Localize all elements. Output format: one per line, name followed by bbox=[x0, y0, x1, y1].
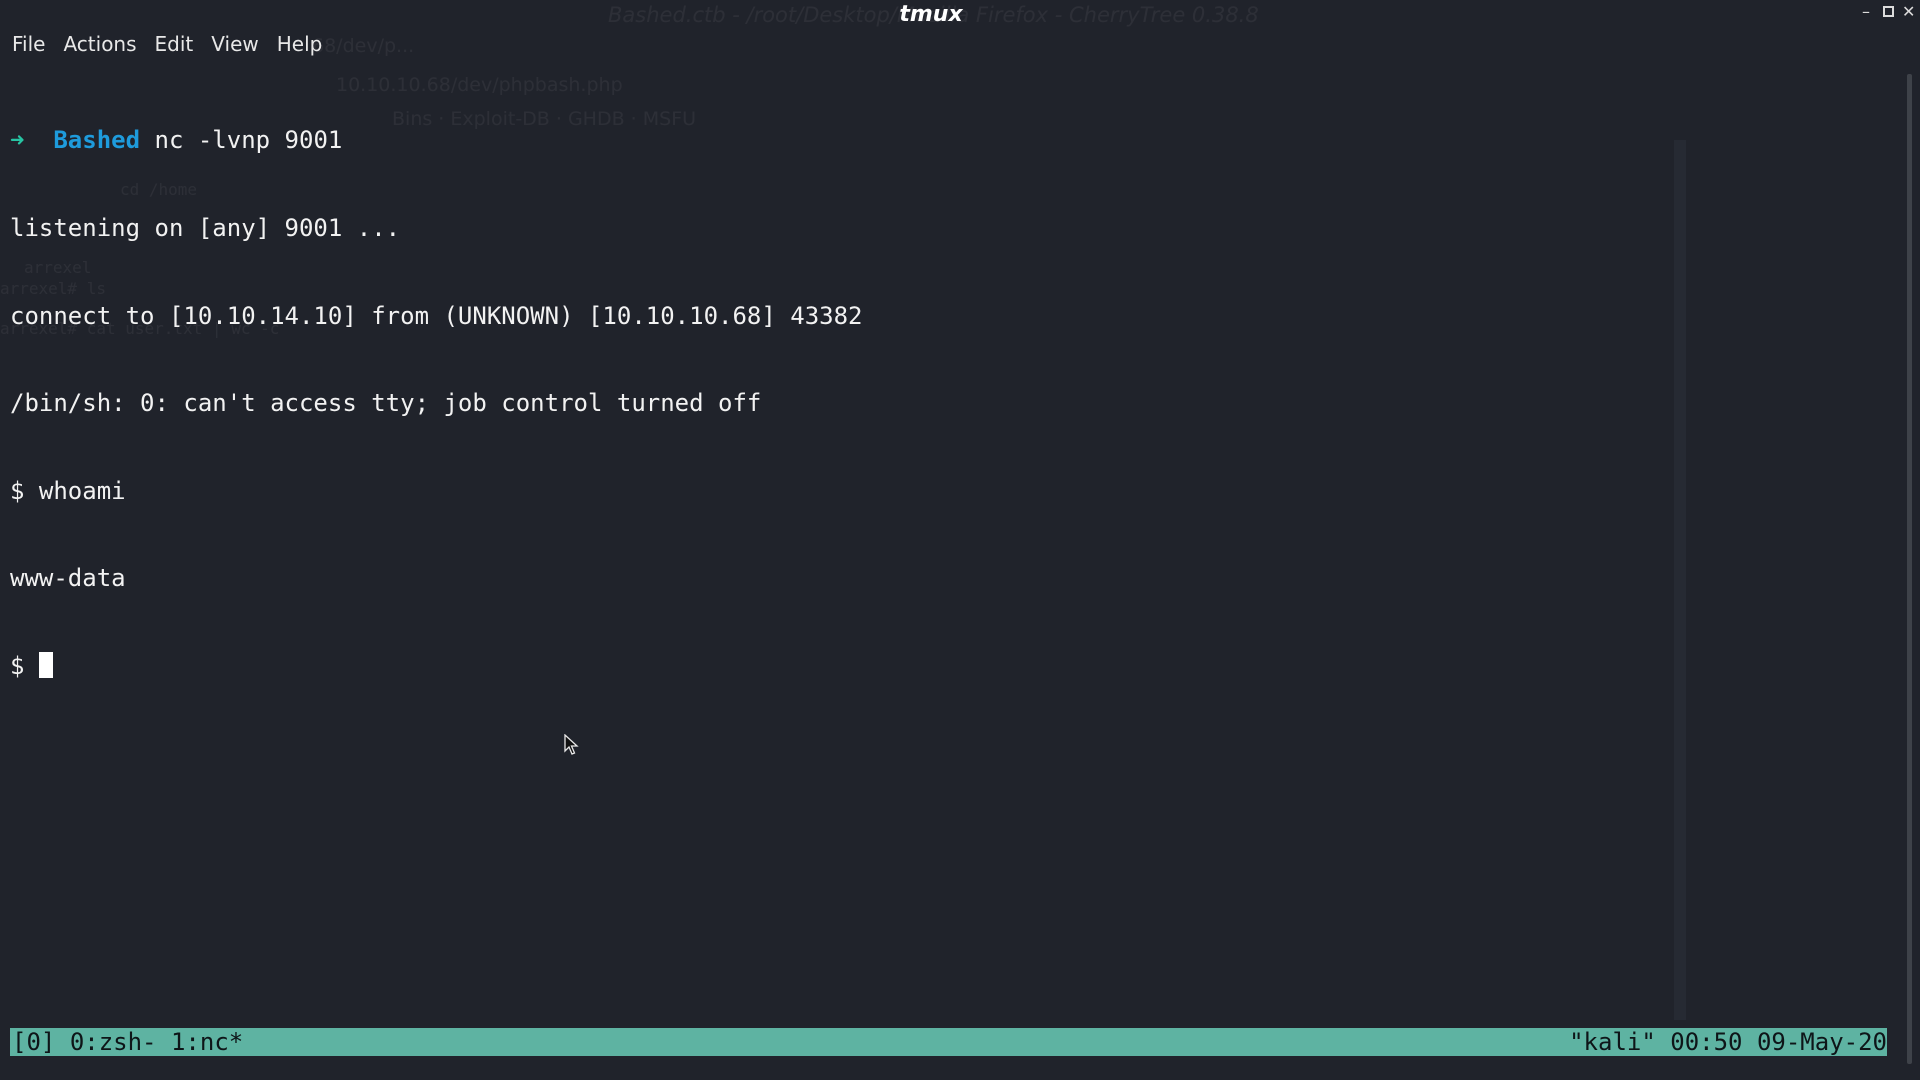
input-line[interactable]: $ bbox=[10, 651, 863, 681]
minimize-icon[interactable]: – bbox=[1862, 4, 1870, 20]
terminal-window: Bashed.ctb - /root/Desktop/Mozilla Firef… bbox=[0, 0, 1920, 1080]
session-name: [0] bbox=[12, 1028, 56, 1056]
prompt-directory: Bashed bbox=[53, 126, 141, 155]
window-title: tmux bbox=[899, 2, 963, 27]
menu-bar: File Actions Edit View Help bbox=[0, 30, 332, 58]
output-line: listening on [any] 9001 ... bbox=[10, 214, 401, 242]
menu-view[interactable]: View bbox=[203, 30, 268, 58]
menu-edit[interactable]: Edit bbox=[147, 30, 204, 58]
prompt-line: ➜ Bashed nc -lvnp 9001 bbox=[10, 126, 863, 155]
menu-actions[interactable]: Actions bbox=[55, 30, 146, 58]
output-line: /bin/sh: 0: can't access tty; job contro… bbox=[10, 389, 762, 418]
prompt-arrow-icon: ➜ bbox=[10, 126, 25, 155]
tmux-status-bar: [0] 0:zsh- 1:nc* "kali" 00:50 09-May-20 bbox=[10, 1028, 1887, 1056]
output-line: www-data bbox=[10, 564, 126, 593]
title-bar: tmux – ✕ bbox=[0, 0, 1920, 32]
mouse-pointer-icon bbox=[564, 734, 579, 755]
status-date: 09-May-20 bbox=[1756, 1028, 1887, 1056]
close-icon[interactable]: ✕ bbox=[1902, 4, 1915, 20]
status-host: "kali" bbox=[1569, 1028, 1656, 1056]
status-left: [0] 0:zsh- 1:nc* bbox=[12, 1028, 243, 1056]
shell-prompt: $ bbox=[10, 651, 39, 680]
terminal-output[interactable]: ➜ Bashed nc -lvnp 9001 listening on [any… bbox=[10, 68, 863, 740]
output-line: connect to [10.10.14.10] from (UNKNOWN) … bbox=[10, 301, 863, 330]
menu-file[interactable]: File bbox=[0, 30, 55, 58]
maximize-icon[interactable] bbox=[1883, 4, 1894, 20]
status-right: "kali" 00:50 09-May-20 bbox=[1569, 1028, 1887, 1056]
window-tab-nc[interactable]: 1:nc* bbox=[171, 1028, 243, 1056]
menu-help[interactable]: Help bbox=[269, 30, 333, 58]
scrollbar[interactable] bbox=[1907, 74, 1912, 1064]
text-cursor bbox=[38, 651, 53, 678]
status-time: 00:50 bbox=[1670, 1028, 1743, 1056]
window-tab-zsh[interactable]: 0:zsh- bbox=[70, 1028, 157, 1056]
output-line: $ whoami bbox=[10, 476, 126, 505]
pane-divider bbox=[1674, 140, 1686, 1020]
command-text: nc -lvnp 9001 bbox=[140, 126, 343, 155]
